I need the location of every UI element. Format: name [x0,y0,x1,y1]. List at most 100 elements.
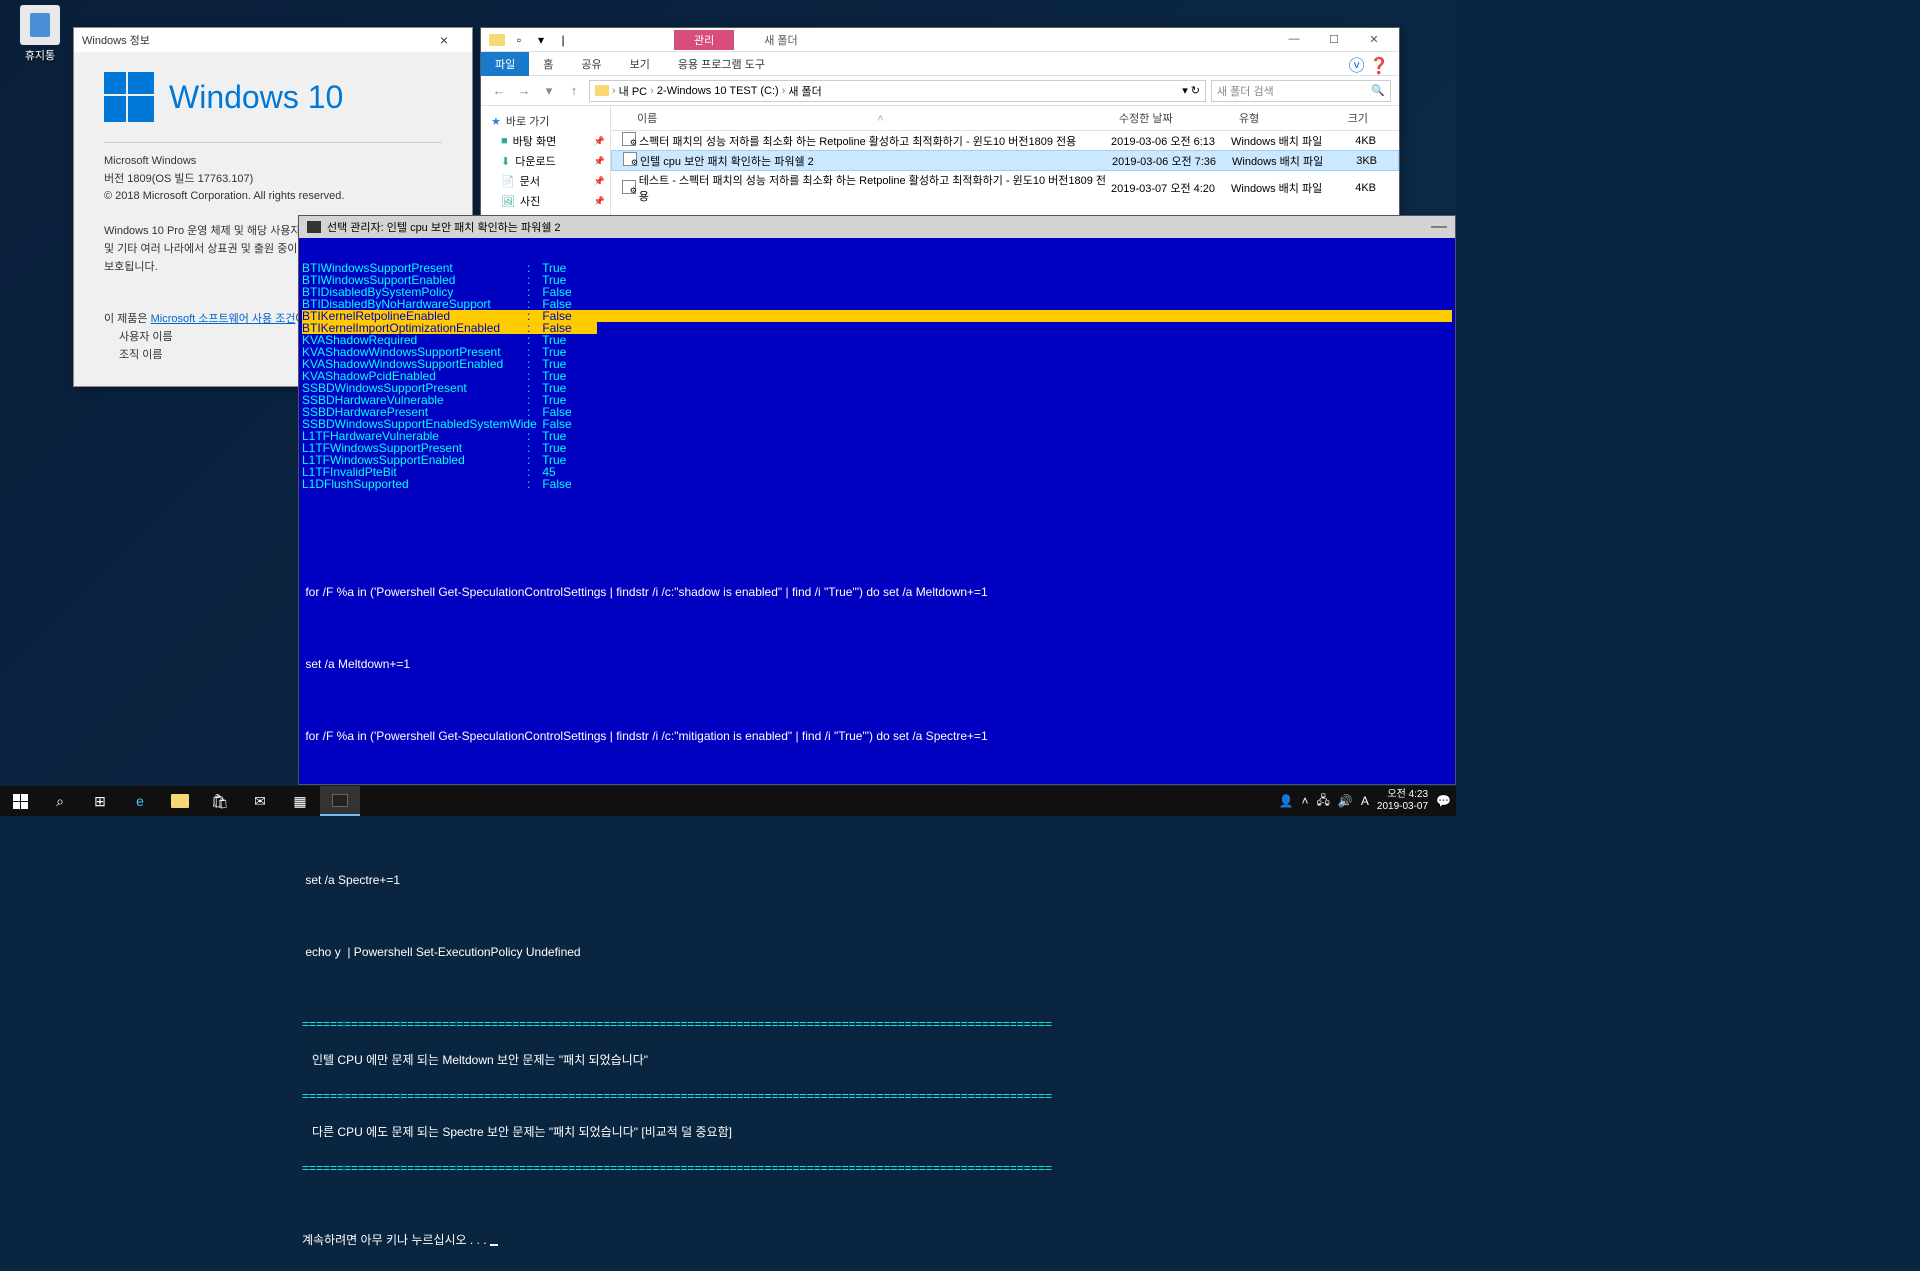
explorer-ribbon: 파일 홈 공유 보기 응용 프로그램 도구 ⓥ ❓ [481,52,1399,76]
terminal-property-line: BTIDisabledByNoHardwareSupport: False [302,298,1452,310]
winver-line3: © 2018 Microsoft Corporation. All rights… [104,188,442,206]
tray-chevron-icon[interactable]: ˄ [1302,794,1309,808]
file-type: Windows 배치 파일 [1231,133,1326,149]
explorer-button[interactable] [160,786,200,816]
file-row[interactable]: 스펙터 패치의 성능 저하를 최소화 하는 Retpoline 활성하고 최적화… [611,131,1399,150]
file-name: 스펙터 패치의 성능 저하를 최소화 하는 Retpoline 활성하고 최적화… [639,133,1076,149]
winver-line2: 버전 1809(OS 빌드 17763.107) [104,171,442,189]
explorer-qat: ▫ ▾ | 관리 새 폴더 — ☐ ✕ [481,28,1399,52]
sidebar-pictures[interactable]: 🖼사진📌 [481,191,610,211]
terminal-property-line: KVAShadowPcidEnabled: True [302,370,1452,382]
back-button[interactable]: ← [489,83,509,98]
clock[interactable]: 오전 4:23 2019-03-07 [1377,789,1428,813]
help-icon[interactable]: ⓥ ❓ [1339,52,1399,76]
cmd-icon [307,221,321,233]
terminal-property-line: SSBDWindowsSupportPresent: True [302,382,1452,394]
file-row[interactable]: 테스트 - 스펙터 패치의 성능 저하를 최소화 하는 Retpoline 활성… [611,171,1399,205]
qat-icon[interactable]: ▾ [532,31,550,49]
ribbon-tools[interactable]: 응용 프로그램 도구 [664,52,779,76]
edge-button[interactable]: e [120,786,160,816]
folder-icon[interactable] [488,31,506,49]
folder-icon [595,85,609,96]
terminal-title-text: 선택 관리자: 인텔 cpu 보안 패치 확인하는 파워쉘 2 [327,219,561,235]
ribbon-home[interactable]: 홈 [529,52,567,76]
file-list: 이름˄ 수정한 날짜 유형 크기 스펙터 패치의 성능 저하를 최소화 하는 R… [611,106,1399,216]
ribbon-file[interactable]: 파일 [481,52,529,76]
explorer-nav: ← → ▾ ↑ › 내 PC › 2-Windows 10 TEST (C:) … [481,76,1399,106]
file-date: 2019-03-06 오전 7:36 [1112,153,1232,169]
header-type[interactable]: 유형 [1231,106,1326,130]
sidebar-downloads[interactable]: ⬇다운로드📌 [481,151,610,171]
terminal-sep: ========================================… [302,1162,1452,1174]
close-button[interactable]: ✕ [1354,33,1394,46]
license-link[interactable]: Microsoft 소프트웨어 사용 조건 [151,313,296,325]
terminal-property-line: L1TFHardwareVulnerable: True [302,430,1452,442]
volume-icon[interactable]: 🔊 [1338,794,1353,808]
recent-button[interactable]: ▾ [539,83,559,99]
forward-button[interactable]: → [514,83,534,98]
qat-divider: | [554,31,572,49]
terminal-output[interactable]: BTIWindowsSupportPresent: TrueBTIWindows… [299,238,1455,1270]
path-segment[interactable]: 새 폴더 [788,83,821,99]
file-row[interactable]: 인텔 cpu 보안 패치 확인하는 파워쉘 2 2019-03-06 오전 7:3… [611,150,1399,171]
dropdown-icon[interactable]: ▾ ↻ [1182,84,1200,97]
winver-title-text: Windows 정보 [82,32,150,48]
terminal-property-line: BTIWindowsSupportEnabled: True [302,274,1452,286]
terminal-titlebar[interactable]: 선택 관리자: 인텔 cpu 보안 패치 확인하는 파워쉘 2 — [299,216,1455,238]
task-view-button[interactable]: ⊞ [80,786,120,816]
tab-manage[interactable]: 관리 [674,30,734,50]
terminal-line: echo y | Powershell Set-ExecutionPolicy … [302,946,1452,958]
sidebar-documents[interactable]: 📄문서📌 [481,171,610,191]
header-date[interactable]: 수정한 날짜 [1111,106,1231,130]
terminal-sep: ========================================… [302,1018,1452,1030]
close-button[interactable]: × [424,32,464,48]
ime-icon[interactable]: A [1361,794,1369,808]
file-name: 인텔 cpu 보안 패치 확인하는 파워쉘 2 [640,153,814,169]
start-button[interactable] [0,786,40,816]
system-tray: 👤 ˄ 🖧 🔊 A 오전 4:23 2019-03-07 💬 [1279,789,1456,813]
header-name[interactable]: 이름˄ [611,106,1111,130]
ribbon-view[interactable]: 보기 [616,52,664,76]
batch-file-icon [622,180,636,194]
minimize-button[interactable]: — [1274,33,1314,46]
notifications-icon[interactable]: 💬 [1436,794,1451,808]
terminal-property-line: BTIKernelImportOptimizationEnabled: Fals… [302,322,1452,334]
winver-titlebar[interactable]: Windows 정보 × [74,28,472,52]
mail-button[interactable]: ✉ [240,786,280,816]
sidebar-quick-access[interactable]: ★바로 가기 [481,111,610,131]
minimize-button[interactable]: — [1431,218,1447,236]
batch-file-icon [623,152,637,166]
search-button[interactable]: ⌕ [40,786,80,816]
address-bar[interactable]: › 내 PC › 2-Windows 10 TEST (C:) › 새 폴더 ▾… [589,80,1206,102]
people-icon[interactable]: 👤 [1279,794,1294,808]
pin-icon: 📌 [594,136,605,147]
terminal-property-line: SSBDHardwareVulnerable: True [302,394,1452,406]
path-segment[interactable]: 내 PC [619,83,647,99]
terminal-msg: 인텔 CPU 에만 문제 되는 Meltdown 보안 문제는 "패치 되었습니… [302,1054,1452,1066]
network-icon[interactable]: 🖧 [1317,791,1330,812]
app-button[interactable]: ▦ [280,786,320,816]
terminal-property-line: SSBDWindowsSupportEnabledSystemWide: Fal… [302,418,1452,430]
pin-icon: 📌 [594,196,605,207]
recycle-bin-label: 휴지통 [10,47,70,63]
store-button[interactable]: 🛍 [200,786,240,816]
maximize-button[interactable]: ☐ [1314,33,1354,46]
path-segment[interactable]: 2-Windows 10 TEST (C:) [657,85,779,97]
qat-icon[interactable]: ▫ [510,31,528,49]
terminal-line: for /F %a in ('Powershell Get-Speculatio… [302,730,1452,742]
recycle-bin-icon[interactable]: 휴지통 [10,5,70,63]
header-size[interactable]: 크기 [1326,106,1376,130]
path-sep: › [612,85,616,97]
search-input[interactable]: 새 폴더 검색 🔍 [1211,80,1391,102]
up-button[interactable]: ↑ [564,83,584,98]
cmd-taskbar-button[interactable] [320,786,360,816]
file-size: 4KB [1326,182,1376,194]
ribbon-share[interactable]: 공유 [567,52,615,76]
file-size: 3KB [1327,155,1377,167]
file-type: Windows 배치 파일 [1232,153,1327,169]
file-name: 테스트 - 스펙터 패치의 성능 저하를 최소화 하는 Retpoline 활성… [639,172,1111,204]
sidebar-desktop[interactable]: ■바탕 화면📌 [481,131,610,151]
property-key: L1DFlushSupported [302,478,527,490]
star-icon: ★ [491,115,501,128]
file-date: 2019-03-06 오전 6:13 [1111,133,1231,149]
